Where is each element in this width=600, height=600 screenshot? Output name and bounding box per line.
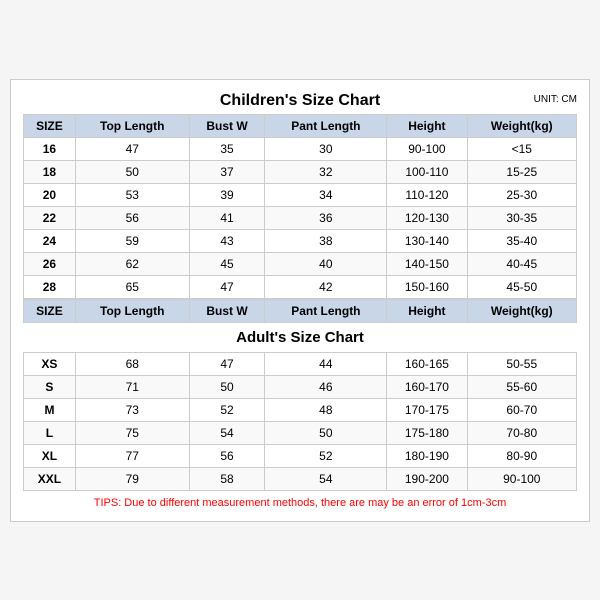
children-col-pant-length: Pant Length <box>265 114 387 137</box>
adults-col-weight: Weight(kg) <box>467 299 576 322</box>
table-row: 24594338130-14035-40 <box>24 229 577 252</box>
unit-label: UNIT: CM <box>534 94 577 105</box>
table-row: XL775652180-19080-90 <box>24 444 577 467</box>
children-header-row: SIZE Top Length Bust W Pant Length Heigh… <box>24 114 577 137</box>
children-table: SIZE Top Length Bust W Pant Length Heigh… <box>23 114 577 299</box>
table-row: 20533934110-12025-30 <box>24 183 577 206</box>
children-col-top-length: Top Length <box>75 114 189 137</box>
table-row: L755450175-18070-80 <box>24 421 577 444</box>
adults-col-height: Height <box>387 299 467 322</box>
table-row: XXL795854190-20090-100 <box>24 467 577 490</box>
tips-text: TIPS: Due to different measurement metho… <box>23 497 577 509</box>
children-col-height: Height <box>387 114 467 137</box>
adults-header-row: SIZE Top Length Bust W Pant Length Heigh… <box>24 299 577 322</box>
children-body: 1647353090-100<1518503732100-11015-25205… <box>24 137 577 298</box>
adults-col-top-length: Top Length <box>75 299 189 322</box>
adults-body: XS684744160-16550-55S715046160-17055-60M… <box>24 352 577 490</box>
children-title-text: Children's Size Chart <box>220 92 380 109</box>
children-title: Children's Size Chart UNIT: CM <box>23 92 577 110</box>
adults-col-bust: Bust W <box>189 299 265 322</box>
adults-table: Adult's Size Chart SIZE Top Length Bust … <box>23 299 577 491</box>
table-row: 22564136120-13030-35 <box>24 206 577 229</box>
adults-title-row: Adult's Size Chart <box>24 322 577 352</box>
children-col-weight: Weight(kg) <box>467 114 576 137</box>
table-row: S715046160-17055-60 <box>24 375 577 398</box>
chart-container: Children's Size Chart UNIT: CM SIZE Top … <box>10 79 590 522</box>
adults-title-text: Adult's Size Chart <box>24 322 577 352</box>
children-col-size: SIZE <box>24 114 76 137</box>
table-row: 1647353090-100<15 <box>24 137 577 160</box>
table-row: M735248170-17560-70 <box>24 398 577 421</box>
table-row: XS684744160-16550-55 <box>24 352 577 375</box>
adults-col-size: SIZE <box>24 299 76 322</box>
adults-col-pant-length: Pant Length <box>265 299 387 322</box>
children-col-bust: Bust W <box>189 114 265 137</box>
table-row: 26624540140-15040-45 <box>24 252 577 275</box>
table-row: 18503732100-11015-25 <box>24 160 577 183</box>
table-row: 28654742150-16045-50 <box>24 275 577 298</box>
